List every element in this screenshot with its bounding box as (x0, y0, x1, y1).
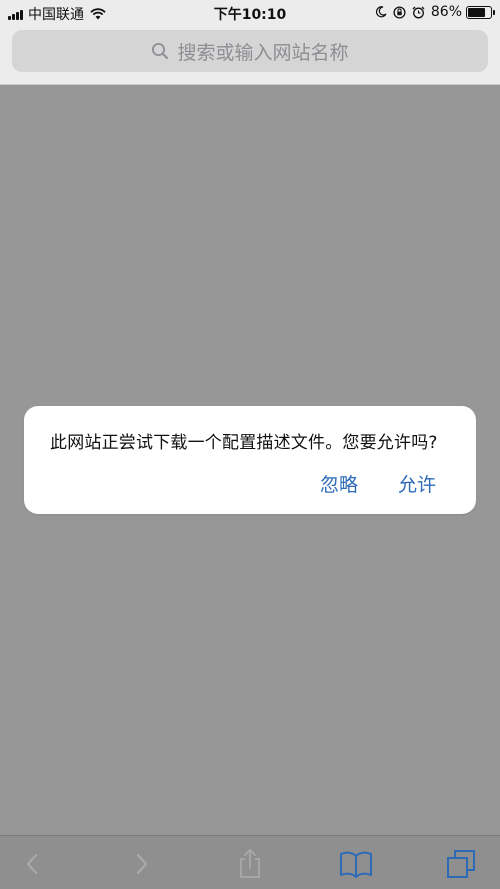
tabs-button[interactable] (443, 846, 479, 882)
search-icon (152, 43, 169, 59)
tabs-icon (447, 850, 475, 878)
status-bar: 中国联通 下午10:10 86% (0, 0, 500, 26)
battery-icon (466, 5, 495, 19)
status-right: 86% (375, 4, 495, 20)
share-button[interactable] (232, 846, 268, 882)
profile-download-alert: 此网站正尝试下载一个配置描述文件。您要允许吗? 忽略 允许 (24, 406, 476, 514)
forward-button[interactable] (124, 846, 160, 882)
alarm-icon (412, 6, 425, 18)
bookmarks-icon (340, 851, 372, 878)
bookmarks-button[interactable] (338, 846, 374, 882)
battery-percent: 86% (430, 4, 462, 20)
address-placeholder: 搜索或输入网站名称 (177, 41, 349, 64)
rotation-lock-icon (393, 5, 406, 19)
address-bar[interactable]: 搜索或输入网站名称 (12, 30, 488, 72)
battery-cap (493, 9, 495, 15)
battery-level-fill (468, 7, 485, 17)
forward-icon (136, 853, 148, 875)
back-button[interactable] (14, 846, 50, 882)
alert-message: 此网站正尝试下载一个配置描述文件。您要允许吗? (50, 433, 438, 453)
allow-button[interactable]: 允许 (398, 470, 436, 497)
moon-icon (375, 6, 387, 18)
share-icon (240, 849, 260, 878)
ignore-button[interactable]: 忽略 (320, 470, 358, 497)
browser-toolbar (0, 835, 500, 889)
back-icon (26, 853, 38, 875)
browser-top-bar: 搜索或输入网站名称 (0, 26, 500, 85)
